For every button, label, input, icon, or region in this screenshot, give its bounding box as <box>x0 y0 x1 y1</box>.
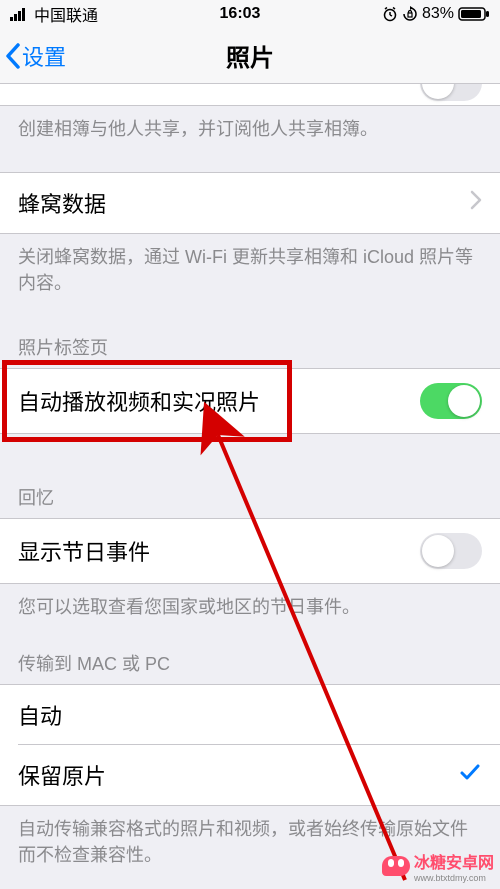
photos-tab-header: 照片标签页 <box>0 326 500 368</box>
transfer-keep-label: 保留原片 <box>18 759 106 791</box>
autoplay-label: 自动播放视频和实况照片 <box>18 385 260 417</box>
watermark: 冰糖安卓网 www.btxtdmy.com <box>382 849 494 883</box>
carrier-label: 中国联通 <box>34 2 98 26</box>
battery-pct: 83% <box>422 5 454 23</box>
autoplay-toggle[interactable] <box>420 383 482 419</box>
cellular-data-row[interactable]: 蜂窝数据 <box>0 172 500 234</box>
autoplay-row[interactable]: 自动播放视频和实况照片 <box>0 368 500 434</box>
shared-albums-row-cutoff <box>0 84 500 106</box>
holiday-events-label: 显示节日事件 <box>18 535 150 567</box>
holiday-events-toggle[interactable] <box>420 533 482 569</box>
transfer-auto-row[interactable]: 自动 <box>0 684 500 745</box>
alarm-icon <box>382 6 398 22</box>
status-time: 16:03 <box>220 5 261 23</box>
chevron-right-icon <box>470 190 482 216</box>
checkmark-icon <box>458 760 482 790</box>
shared-albums-footer: 创建相簿与他人共享，并订阅他人共享相簿。 <box>0 106 500 172</box>
cellular-footer: 关闭蜂窝数据，通过 Wi-Fi 更新共享相簿和 iCloud 照片等内容。 <box>0 234 500 326</box>
memories-header: 回忆 <box>0 434 500 518</box>
orientation-lock-icon <box>402 6 418 22</box>
page-title: 照片 <box>0 38 500 73</box>
status-bar: 中国联通 16:03 83% <box>0 0 500 28</box>
watermark-text: 冰糖安卓网 <box>414 849 494 873</box>
transfer-auto-label: 自动 <box>18 699 62 731</box>
battery-icon <box>458 6 490 22</box>
watermark-url: www.btxtdmy.com <box>414 873 494 883</box>
shared-albums-toggle[interactable] <box>420 84 482 101</box>
cellular-label: 蜂窝数据 <box>18 187 106 219</box>
watermark-logo-icon <box>382 856 410 876</box>
holiday-events-row[interactable]: 显示节日事件 <box>0 518 500 584</box>
signal-icon <box>10 7 30 21</box>
memories-footer: 您可以选取查看您国家或地区的节日事件。 <box>0 584 500 642</box>
nav-bar: 设置 照片 <box>0 28 500 84</box>
transfer-keep-row[interactable]: 保留原片 <box>0 745 500 806</box>
transfer-header: 传输到 MAC 或 PC <box>0 642 500 684</box>
